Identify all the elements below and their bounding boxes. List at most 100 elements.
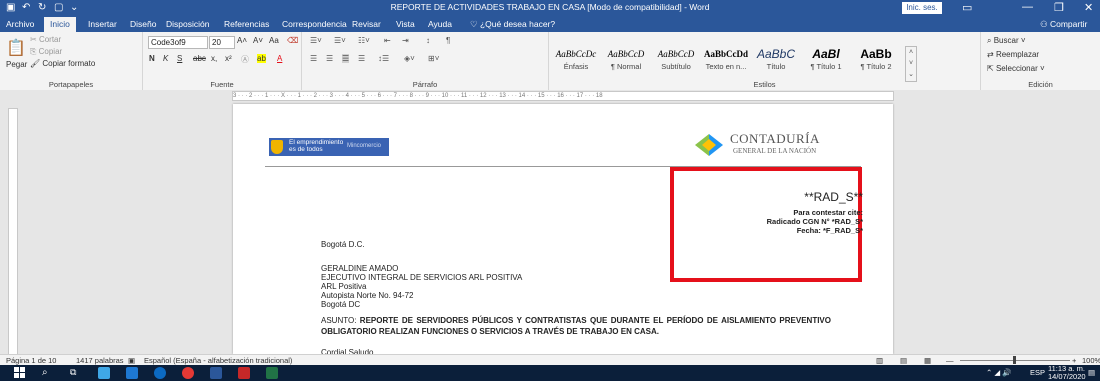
align-right-icon[interactable]: ☰ bbox=[342, 54, 350, 63]
cut-button[interactable]: ✂ Cortar bbox=[30, 35, 61, 44]
copy-icon: ⎘ bbox=[30, 47, 39, 56]
tab-correspondencia[interactable]: Correspondencia bbox=[282, 19, 347, 29]
task-view-icon[interactable]: ⧉ bbox=[70, 367, 82, 379]
pilcrow-icon[interactable]: ¶ bbox=[446, 36, 450, 45]
multilevel-list-icon[interactable]: ☷˅ bbox=[358, 36, 370, 45]
share-button[interactable]: ⚇ Compartir bbox=[1040, 19, 1087, 30]
chrome-icon[interactable] bbox=[182, 367, 194, 379]
tab-archivo[interactable]: Archivo bbox=[6, 19, 34, 29]
person-icon: ⚇ bbox=[1040, 19, 1050, 29]
align-left-icon[interactable]: ☰ bbox=[310, 54, 317, 63]
proofing-icon[interactable]: ▣ bbox=[128, 356, 135, 365]
increase-indent-icon[interactable]: ⇥ bbox=[402, 36, 409, 45]
bold-button[interactable]: N bbox=[149, 54, 155, 63]
start-icon[interactable] bbox=[14, 367, 26, 379]
italic-button[interactable]: K bbox=[163, 54, 168, 63]
search-icon[interactable]: ⌕ bbox=[42, 367, 54, 379]
grow-font-icon[interactable]: A˄ bbox=[237, 36, 247, 45]
clear-format-icon[interactable]: ⌫ bbox=[287, 36, 298, 45]
replace-icon: ⇄ bbox=[987, 50, 996, 59]
logo-tagline: El emprendimiento es de todos bbox=[289, 139, 344, 153]
excel-icon[interactable] bbox=[266, 367, 278, 379]
language-tray[interactable]: ESP bbox=[1030, 368, 1045, 377]
tab-inicio[interactable]: Inicio bbox=[44, 17, 76, 32]
tab-revisar[interactable]: Revisar bbox=[352, 19, 381, 29]
acrobat-icon[interactable] bbox=[238, 367, 250, 379]
style-titulo-2[interactable]: AaBb ¶ Título 2 bbox=[853, 46, 899, 80]
copy-button[interactable]: ⎘ Copiar bbox=[30, 47, 62, 57]
tab-ayuda[interactable]: Ayuda bbox=[428, 19, 452, 29]
style-enfasis[interactable]: AaBbCcDc Énfasis bbox=[553, 46, 599, 80]
lightbulb-icon: ♡ bbox=[470, 19, 480, 29]
align-center-icon[interactable]: ☰ bbox=[326, 54, 333, 63]
text-effects-icon[interactable]: Ⓐ bbox=[241, 54, 249, 65]
notifications-icon[interactable]: ▤ bbox=[1088, 368, 1095, 377]
file-explorer-icon[interactable] bbox=[98, 367, 110, 379]
restore-icon[interactable]: ❐ bbox=[1054, 1, 1064, 14]
tab-referencias[interactable]: Referencias bbox=[224, 19, 269, 29]
read-mode-icon[interactable]: ▥ bbox=[876, 356, 883, 365]
minimize-icon[interactable]: — bbox=[1022, 1, 1033, 13]
close-icon[interactable]: ✕ bbox=[1084, 1, 1093, 14]
format-painter-button[interactable]: 🖌 Copiar formato bbox=[30, 59, 95, 68]
style-titulo[interactable]: AaBbC Título bbox=[753, 46, 799, 80]
paste-icon[interactable]: 📋 bbox=[6, 38, 26, 58]
asunto-paragraph: ASUNTO: REPORTE DE SERVIDORES PÚBLICOS Y… bbox=[321, 316, 831, 336]
borders-icon[interactable]: ⊞˅ bbox=[428, 54, 439, 63]
numbering-icon[interactable]: ☰˅ bbox=[334, 36, 346, 45]
sort-icon[interactable]: ↕ bbox=[426, 36, 430, 45]
justify-icon[interactable]: ☰ bbox=[358, 54, 365, 63]
styles-group: AaBbCcDc Énfasis AaBbCcD ¶ Normal AaBbCcD S… bbox=[549, 32, 981, 90]
zoom-out-icon[interactable]: — bbox=[946, 356, 954, 365]
style-normal[interactable]: AaBbCcD ¶ Normal bbox=[603, 46, 649, 80]
superscript-button[interactable]: x² bbox=[225, 54, 232, 63]
style-texto-en-negrita[interactable]: AaBbCcDd Texto en n... bbox=[703, 46, 749, 80]
sign-in-button[interactable]: Inic. ses. bbox=[902, 2, 942, 14]
clock[interactable]: 11:13 a. m. 14/07/2020 bbox=[1048, 365, 1086, 381]
vertical-ruler[interactable] bbox=[8, 108, 18, 356]
radicado-date: Fecha: *F_RAD_S* bbox=[796, 226, 863, 235]
word-count[interactable]: 1417 palabras bbox=[76, 356, 124, 365]
tab-disposicion[interactable]: Disposición bbox=[166, 19, 209, 29]
replace-button[interactable]: ⇄ Reemplazar bbox=[987, 50, 1039, 59]
style-titulo-1[interactable]: AaBl ¶ Título 1 bbox=[803, 46, 849, 80]
bullets-icon[interactable]: ☰˅ bbox=[310, 36, 322, 45]
decrease-indent-icon[interactable]: ⇤ bbox=[384, 36, 391, 45]
horizontal-ruler[interactable]: 3 · · · 2 · · · 1 · · · X · · · 1 · · · … bbox=[0, 90, 1100, 101]
contaduria-subtitle: GENERAL DE LA NACIÓN bbox=[733, 147, 817, 155]
word-icon[interactable] bbox=[210, 367, 222, 379]
styles-scroll-icon[interactable]: ˄ ˅ ⌄ bbox=[905, 46, 917, 82]
change-case-icon[interactable]: Aa bbox=[269, 36, 279, 45]
select-button[interactable]: ⇱ Seleccionar ˅ bbox=[987, 64, 1045, 73]
style-subtitulo[interactable]: AaBbCcD Subtítulo bbox=[653, 46, 699, 80]
language-indicator[interactable]: Español (España - alfabetización tradici… bbox=[144, 356, 292, 365]
page-count[interactable]: Página 1 de 10 bbox=[6, 356, 56, 365]
tab-insertar[interactable]: Insertar bbox=[88, 19, 117, 29]
font-name-combo[interactable]: Code3of9 bbox=[148, 36, 208, 49]
highlight-icon[interactable]: ab bbox=[257, 54, 266, 63]
tab-vista[interactable]: Vista bbox=[396, 19, 415, 29]
tab-diseno[interactable]: Diseño bbox=[130, 19, 156, 29]
web-layout-icon[interactable]: ▦ bbox=[924, 356, 931, 365]
shading-icon[interactable]: ◈˅ bbox=[404, 54, 415, 63]
store-icon[interactable] bbox=[126, 367, 138, 379]
zoom-slider-thumb[interactable] bbox=[1013, 356, 1016, 364]
tray-icons[interactable]: ⌃ ◢ 🔊 bbox=[986, 368, 1012, 377]
recipient-name: GERALDINE AMADO bbox=[321, 264, 399, 273]
paragraph-group: ☰˅ ☰˅ ☷˅ ⇤ ⇥ ↕ ¶ ☰ ☰ ☰ ☰ ↕☰ ◈˅ ⊞˅ Párraf… bbox=[302, 32, 549, 90]
shrink-font-icon[interactable]: A˅ bbox=[253, 36, 263, 45]
font-size-combo[interactable]: 20 bbox=[209, 36, 235, 49]
underline-button[interactable]: S bbox=[177, 54, 182, 63]
colombia-shield-icon bbox=[271, 140, 283, 154]
strikethrough-button[interactable]: abc bbox=[193, 54, 206, 63]
ribbon-display-icon[interactable]: ▭ bbox=[962, 1, 972, 14]
document-page[interactable]: El emprendimiento es de todos Mincomercio… bbox=[233, 104, 893, 357]
subscript-button[interactable]: x, bbox=[211, 54, 217, 63]
print-layout-icon[interactable]: ▤ bbox=[900, 356, 907, 365]
tell-me-search[interactable]: ♡ ¿Qué desea hacer? bbox=[470, 19, 555, 30]
line-spacing-icon[interactable]: ↕☰ bbox=[378, 54, 389, 63]
edge-icon[interactable] bbox=[154, 367, 166, 379]
paste-button[interactable]: Pegar bbox=[6, 60, 27, 69]
font-color-icon[interactable]: A bbox=[277, 54, 282, 63]
find-button[interactable]: ⌕ Buscar ˅ bbox=[987, 36, 1026, 46]
